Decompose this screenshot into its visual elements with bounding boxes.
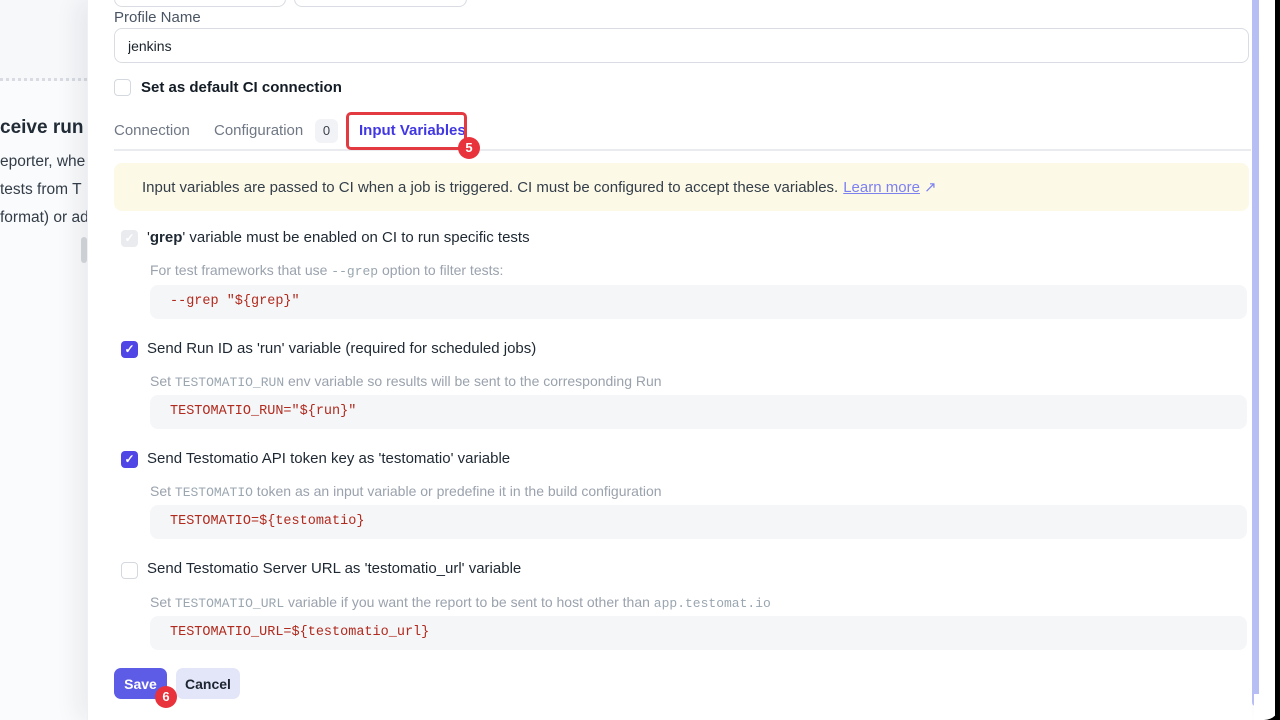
grep-checkbox: ✓ [121,230,138,247]
testomatio-code-block: TESTOMATIO=${testomatio} [150,505,1247,539]
annotation-badge-5: 5 [458,137,480,159]
page-scrollbar[interactable] [1252,0,1259,706]
default-ci-checkbox[interactable] [114,79,131,96]
profile-name-label: Profile Name [114,9,201,26]
partial-input-left[interactable] [114,0,286,7]
testomatio-checkbox[interactable]: ✓ [121,451,138,468]
sidebar-top-block [0,0,87,81]
banner-text: Input variables are passed to CI when a … [142,179,838,196]
grep-code-block: --grep "${grep}" [150,285,1247,319]
tab-connection[interactable]: Connection [114,122,190,139]
grep-hint: For test frameworks that use --grep opti… [150,262,503,280]
partial-input-right[interactable] [294,0,467,7]
run-hint: Set TESTOMATIO_RUN env variable so resul… [150,373,662,391]
testomatio-label: Send Testomatio API token key as 'testom… [147,450,510,468]
sidebar-text-fragment: eporter, whe [0,153,85,171]
profile-name-input[interactable] [114,28,1249,63]
background-sidebar: ceive run eporter, whe tests from T form… [0,0,87,720]
ci-connection-modal: Profile Name Set as default CI connectio… [87,0,1252,720]
tabs-divider [114,149,1251,151]
testomatio-url-checkbox[interactable] [121,562,138,579]
annotation-badge-6: 6 [155,686,177,708]
run-checkbox[interactable]: ✓ [121,341,138,358]
cancel-button[interactable]: Cancel [176,668,240,699]
configuration-count-badge: 0 [315,119,338,143]
run-code-block: TESTOMATIO_RUN="${run}" [150,395,1247,429]
grep-label: 'grep' variable must be enabled on CI to… [147,229,530,247]
testomatio-hint: Set TESTOMATIO token as an input variabl… [150,483,662,501]
testomatio-url-code-block: TESTOMATIO_URL=${testomatio_url} [150,616,1247,650]
annotation-highlight-box [346,112,467,150]
testomatio-url-label: Send Testomatio Server URL as 'testomati… [147,560,521,578]
learn-more-link[interactable]: Learn more [843,179,920,196]
check-icon: ✓ [121,451,138,468]
tab-configuration[interactable]: Configuration [214,122,303,139]
sidebar-text-fragment: tests from T [0,181,82,199]
info-banner: Input variables are passed to CI when a … [114,163,1249,211]
external-link-icon: ↗ [924,178,937,196]
default-ci-label: Set as default CI connection [141,79,342,96]
check-icon: ✓ [121,230,138,247]
run-label: Send Run ID as 'run' variable (required … [147,340,536,358]
screen-edge [1275,0,1280,720]
testomatio-url-hint: Set TESTOMATIO_URL variable if you want … [150,594,771,612]
sidebar-text-fragment: format) or ad [0,209,89,227]
check-icon: ✓ [121,341,138,358]
sidebar-heading-fragment: ceive run [0,117,83,139]
